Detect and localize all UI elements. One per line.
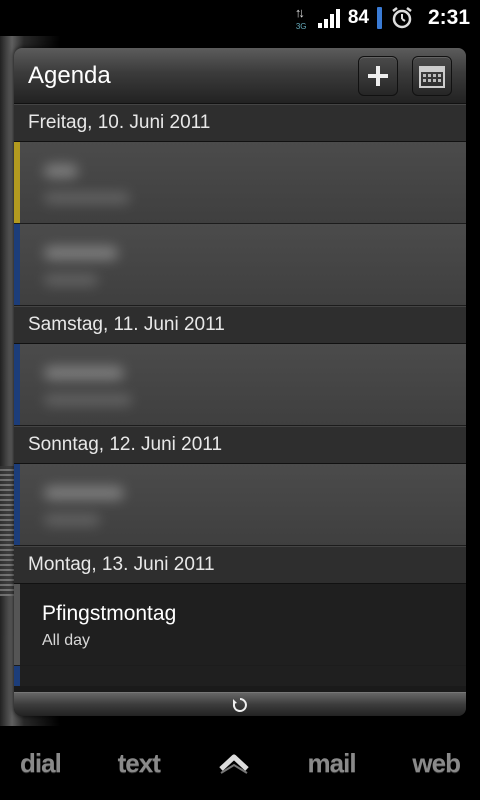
widget-footer xyxy=(14,692,466,716)
open-calendar-button[interactable] xyxy=(412,55,452,96)
day-header: Samstag, 11. Juni 2011 xyxy=(14,306,466,344)
dock-text[interactable]: text xyxy=(118,748,161,779)
alarm-icon xyxy=(390,6,414,30)
obscured-event-time xyxy=(44,514,100,526)
agenda-widget[interactable]: Agenda Freitag, 10. Juni 2011 Samstag, 1… xyxy=(14,48,466,716)
widget-header: Agenda xyxy=(14,48,466,104)
event-item[interactable] xyxy=(14,464,466,546)
event-item[interactable] xyxy=(14,224,466,306)
battery-icon xyxy=(376,7,382,29)
obscured-event-title xyxy=(44,164,78,178)
event-title: Pfingstmontag xyxy=(42,602,177,625)
obscured-event-time xyxy=(44,274,98,286)
day-header: Freitag, 10. Juni 2011 xyxy=(14,104,466,142)
chevron-up-icon xyxy=(219,754,249,774)
obscured-event-title xyxy=(44,366,124,380)
dock-dial[interactable]: dial xyxy=(20,748,62,779)
event-item[interactable] xyxy=(14,344,466,426)
signal-icon xyxy=(317,8,340,28)
event-color-bar xyxy=(14,464,20,545)
event-item[interactable] xyxy=(14,142,466,224)
obscured-event-title xyxy=(44,246,118,260)
event-time: All day xyxy=(42,632,91,649)
event-color-bar xyxy=(14,224,20,305)
app-drawer-button[interactable] xyxy=(217,746,251,780)
refresh-icon[interactable] xyxy=(232,697,248,713)
dock-web[interactable]: web xyxy=(412,748,461,779)
calendar-icon xyxy=(419,65,445,88)
obscured-event-time xyxy=(44,192,130,204)
clock: 2:31 xyxy=(427,6,470,29)
plus-icon xyxy=(368,65,388,86)
widget-title: Agenda xyxy=(28,61,111,89)
day-header: Sonntag, 12. Juni 2011 xyxy=(14,426,466,464)
event-color-bar xyxy=(14,584,20,665)
obscured-event-title xyxy=(44,486,124,500)
event-color-bar xyxy=(14,666,20,686)
event-item[interactable] xyxy=(14,666,466,686)
battery-level: 84 xyxy=(347,7,369,28)
add-event-button[interactable] xyxy=(358,55,398,96)
event-item[interactable]: Pfingstmontag All day xyxy=(14,584,466,666)
status-bar: ↑↓ 3G 84 2:31 xyxy=(0,0,480,36)
day-header: Montag, 13. Juni 2011 xyxy=(14,546,466,584)
obscured-event-time xyxy=(44,394,132,406)
event-color-bar xyxy=(14,344,20,425)
dock-mail[interactable]: mail xyxy=(308,748,357,779)
network-3g-icon: ↑↓ 3G xyxy=(294,5,307,31)
event-color-bar xyxy=(14,142,20,223)
dock: dial text mail web xyxy=(0,726,480,800)
